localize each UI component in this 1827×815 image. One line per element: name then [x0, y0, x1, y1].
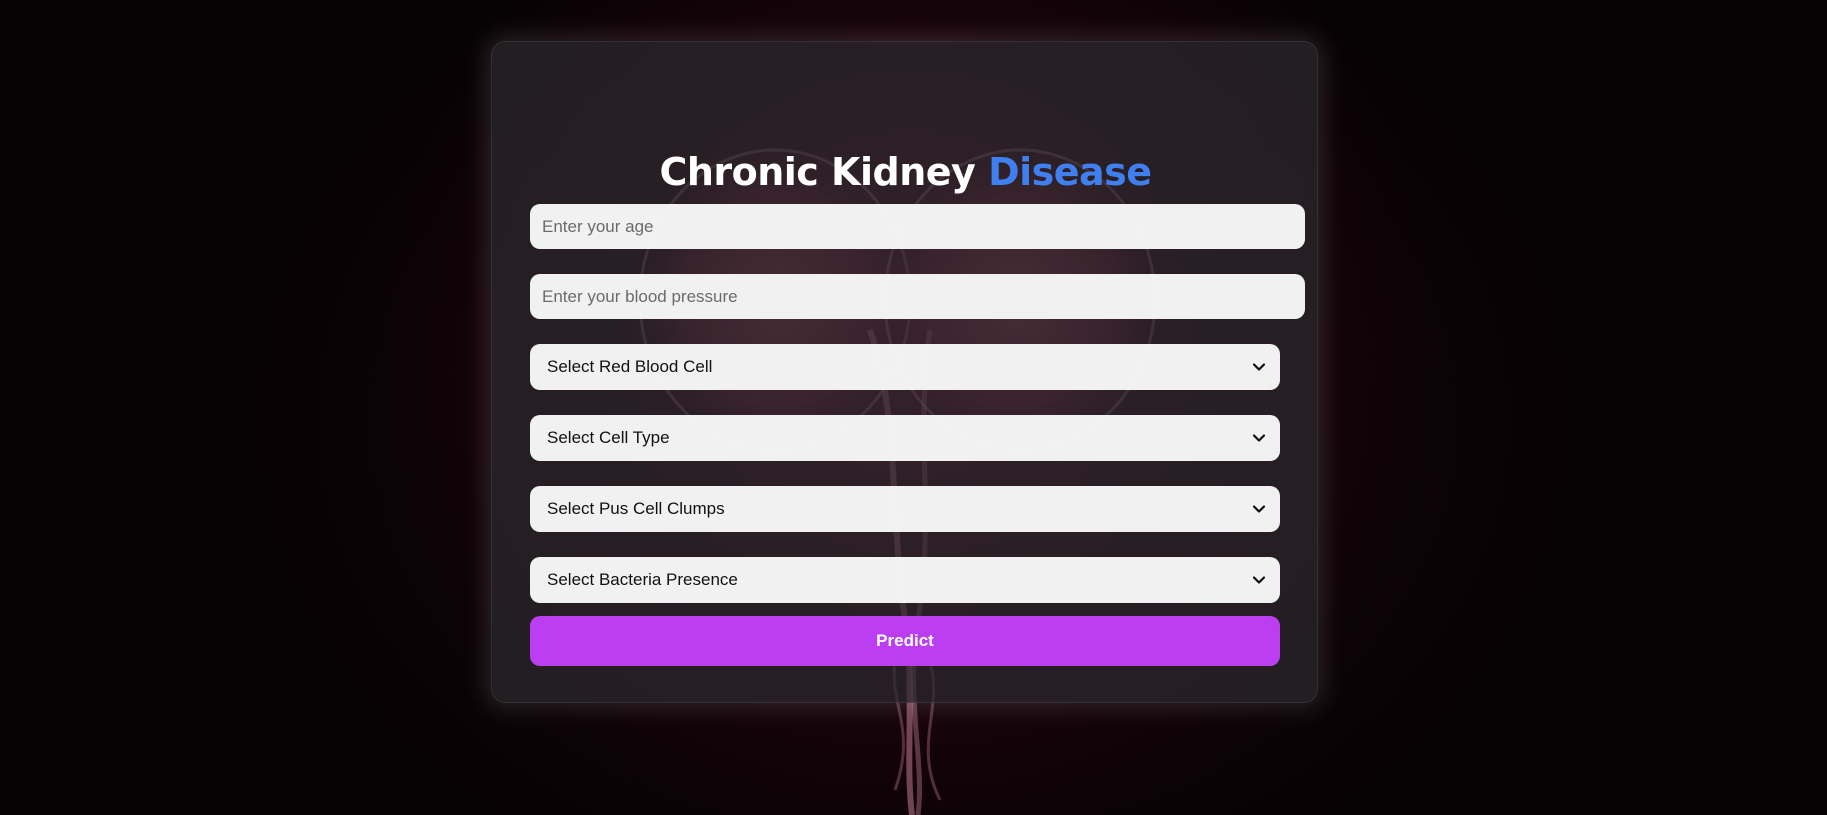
bacteria-presence-select-value: Select Bacteria Presence	[547, 570, 738, 589]
age-input[interactable]	[530, 204, 1305, 249]
title-accent: Disease	[988, 150, 1152, 194]
chevron-down-icon	[1252, 573, 1266, 587]
red-blood-cell-select-value: Select Red Blood Cell	[547, 357, 713, 376]
blood-pressure-input[interactable]	[530, 274, 1305, 319]
chevron-down-icon	[1252, 431, 1266, 445]
page-title: Chronic Kidney Disease	[492, 150, 1319, 194]
prediction-form-card: Chronic Kidney Disease Select Red Blood …	[491, 41, 1318, 703]
pus-cell-clumps-select[interactable]: Select Pus Cell Clumps	[530, 486, 1280, 532]
cell-type-select[interactable]: Select Cell Type	[530, 415, 1280, 461]
title-main: Chronic Kidney	[659, 150, 989, 194]
red-blood-cell-select[interactable]: Select Red Blood Cell	[530, 344, 1280, 390]
chevron-down-icon	[1252, 360, 1266, 374]
cell-type-select-value: Select Cell Type	[547, 428, 670, 447]
pus-cell-clumps-select-value: Select Pus Cell Clumps	[547, 499, 725, 518]
chevron-down-icon	[1252, 502, 1266, 516]
bacteria-presence-select[interactable]: Select Bacteria Presence	[530, 557, 1280, 603]
predict-button[interactable]: Predict	[530, 616, 1280, 666]
